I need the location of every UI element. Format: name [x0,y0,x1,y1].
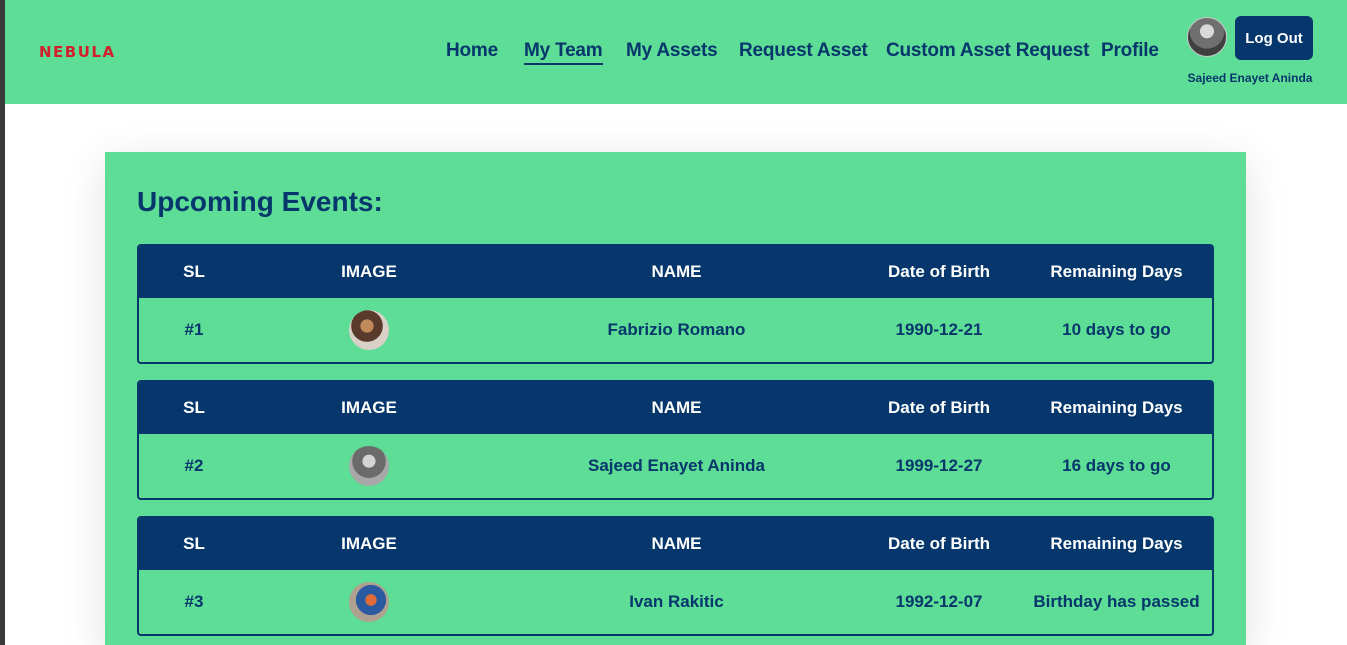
column-header-sl: SL [183,534,205,553]
user-avatar[interactable] [1187,17,1227,57]
event-sl: #1 [184,320,204,339]
column-header-remaining: Remaining Days [1050,534,1183,553]
nav-request-asset[interactable]: Request Asset [739,40,868,62]
table-row: #3 Ivan Rakitic 1992-12-07 Birthday has … [139,570,1212,634]
event-table: SL IMAGE NAME Date of Birth Remaining Da… [137,380,1214,500]
event-dob: 1992-12-07 [895,592,983,611]
column-header-dob: Date of Birth [888,398,990,417]
table-row: #2 Sajeed Enayet Aninda 1999-12-27 16 da… [139,434,1212,498]
event-remaining: 10 days to go [1062,320,1171,339]
column-header-remaining: Remaining Days [1050,398,1183,417]
person-photo [349,310,389,350]
event-sl: #2 [184,456,204,475]
event-name: Fabrizio Romano [607,320,746,339]
event-table: SL IMAGE NAME Date of Birth Remaining Da… [137,516,1214,636]
event-image-cell [319,570,419,634]
table-row: #1 Fabrizio Romano 1990-12-21 10 days to… [139,298,1212,362]
page-title: Upcoming Events: [137,186,383,217]
column-header-remaining: Remaining Days [1050,262,1183,281]
nav-my-assets[interactable]: My Assets [626,40,718,62]
column-header-sl: SL [183,398,205,417]
main-nav: Home My Team My Assets Request Asset Cus… [5,40,1347,70]
column-header-image: IMAGE [341,534,397,553]
table-header: SL IMAGE NAME Date of Birth Remaining Da… [139,382,1212,434]
person-photo [349,582,389,622]
event-dob: 1999-12-27 [895,456,983,475]
column-header-sl: SL [183,262,205,281]
event-dob: 1990-12-21 [895,320,983,339]
nav-home[interactable]: Home [446,40,498,62]
nav-profile[interactable]: Profile [1101,40,1159,62]
nav-custom-asset-request[interactable]: Custom Asset Request [886,40,1089,62]
event-image-cell [319,434,419,498]
column-header-name: NAME [651,398,702,417]
top-navbar: NEBULA Home My Team My Assets Request As… [5,0,1347,104]
column-header-name: NAME [651,262,702,281]
person-photo [349,446,389,486]
event-image-cell [319,298,419,362]
table-header: SL IMAGE NAME Date of Birth Remaining Da… [139,518,1212,570]
event-name: Ivan Rakitic [629,592,724,611]
column-header-name: NAME [651,534,702,553]
event-remaining: 16 days to go [1062,456,1171,475]
upcoming-events-card: Upcoming Events: SL IMAGE NAME Date of B… [105,152,1246,645]
column-header-image: IMAGE [341,262,397,281]
event-name: Sajeed Enayet Aninda [588,456,765,475]
event-sl: #3 [184,592,204,611]
page-viewport: NEBULA Home My Team My Assets Request As… [5,0,1347,645]
event-table: SL IMAGE NAME Date of Birth Remaining Da… [137,244,1214,364]
column-header-image: IMAGE [341,398,397,417]
logout-button[interactable]: Log Out [1235,16,1313,60]
nav-my-team[interactable]: My Team [524,40,603,65]
table-header: SL IMAGE NAME Date of Birth Remaining Da… [139,246,1212,298]
user-name-label: Sajeed Enayet Aninda [1187,71,1313,85]
column-header-dob: Date of Birth [888,534,990,553]
event-remaining: Birthday has passed [1033,592,1200,611]
column-header-dob: Date of Birth [888,262,990,281]
